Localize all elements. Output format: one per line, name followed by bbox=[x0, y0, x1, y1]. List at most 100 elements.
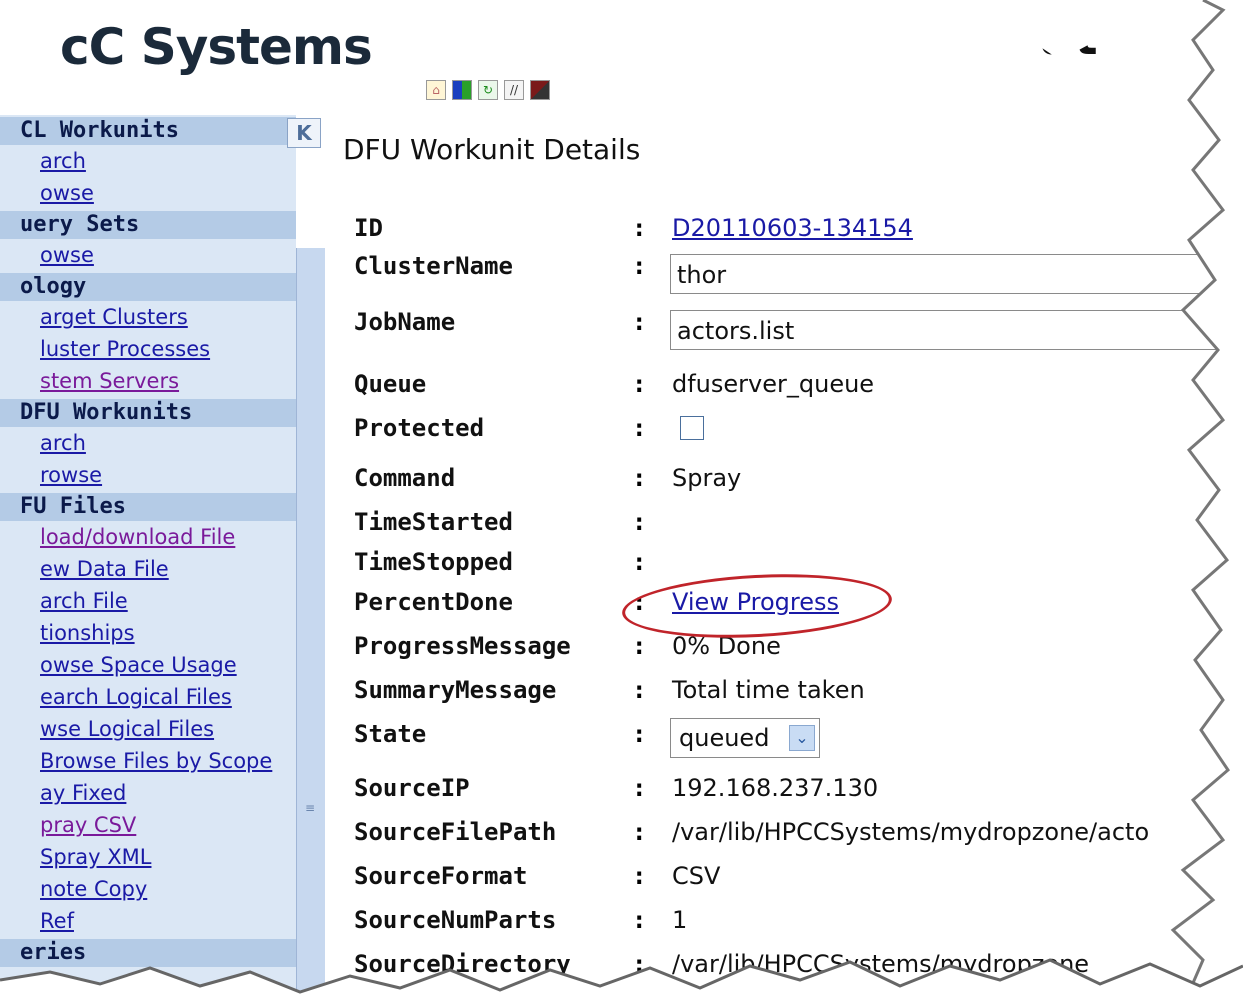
sidebar-item[interactable]: note Copy bbox=[0, 873, 296, 905]
field-colon: : bbox=[632, 632, 647, 660]
field-row-sourceformat: SourceFormat: CSV bbox=[354, 856, 1234, 900]
field-label: Protected bbox=[354, 414, 485, 442]
field-value: 192.168.237.130 bbox=[672, 774, 879, 802]
field-value: 1 bbox=[672, 906, 688, 934]
field-label: ClusterName bbox=[354, 252, 513, 280]
field-colon: : bbox=[632, 370, 647, 398]
sidebar-section-header[interactable]: eries bbox=[0, 939, 296, 967]
sidebar-item[interactable]: ay Fixed bbox=[0, 777, 296, 809]
sidebar-item[interactable]: tionships bbox=[0, 617, 296, 649]
sidebar-item[interactable]: arch bbox=[0, 427, 296, 459]
state-select[interactable]: queued ⌄ bbox=[670, 718, 820, 758]
hpcc-logo: cC Systems bbox=[60, 18, 373, 76]
field-colon: : bbox=[632, 720, 647, 748]
sidebar-section-header[interactable]: ology bbox=[0, 273, 296, 301]
jobname-input[interactable]: actors.list bbox=[670, 310, 1243, 350]
field-row-sourcefilepath: SourceFilePath: /var/lib/HPCCSystems/mydr… bbox=[354, 812, 1234, 856]
sidebar-item[interactable]: owse bbox=[0, 177, 296, 209]
screenshot-stage: cC Systems at ⌂ ↻ // CL Workunits arch ows… bbox=[0, 0, 1243, 1006]
sidebar-section-header[interactable]: DFU Workunits bbox=[0, 399, 296, 427]
field-row-sourcenumparts: SourceNumParts:1 bbox=[354, 900, 1234, 944]
field-row-jobname: JobName: actors.list bbox=[354, 308, 1243, 352]
sidebar-item[interactable]: owse bbox=[0, 239, 296, 271]
field-row-sourcedirectory: SourceDirectory: /var/lib/HPCCSystems/myd… bbox=[354, 944, 1234, 988]
field-label: SourceFilePath bbox=[354, 818, 557, 846]
sidebar-item[interactable]: rowse bbox=[0, 459, 296, 491]
field-value: /var/lib/HPCCSystems/mydropzone bbox=[672, 950, 1090, 978]
state-select-value: queued bbox=[679, 724, 770, 752]
field-value: D20110603-134154 bbox=[672, 214, 913, 242]
field-label: TimeStarted bbox=[354, 508, 513, 536]
sidebar-item[interactable]: pray CSV bbox=[0, 809, 296, 841]
sidebar-item[interactable]: arget Clusters bbox=[0, 301, 296, 333]
field-label: PercentDone bbox=[354, 588, 513, 616]
sidebar-scrollbar[interactable] bbox=[296, 248, 325, 1006]
color-grid-icon[interactable] bbox=[452, 80, 472, 100]
field-row-id: ID: D20110603-134154 bbox=[354, 208, 1234, 252]
field-label: SourceDirectory bbox=[354, 950, 571, 978]
collapse-sidebar-button[interactable]: K bbox=[287, 118, 321, 148]
sidebar-item[interactable]: stem Servers bbox=[0, 365, 296, 397]
edit-icon[interactable]: // bbox=[504, 80, 524, 100]
sidebar-section-header[interactable]: FU Files bbox=[0, 493, 296, 521]
field-colon: : bbox=[632, 676, 647, 704]
field-value: Total time taken bbox=[672, 676, 865, 704]
field-colon: : bbox=[632, 950, 647, 978]
field-row-sourceip: SourceIP:192.168.237.130 bbox=[354, 768, 1234, 812]
field-label: ProgressMessage bbox=[354, 632, 571, 660]
field-colon: : bbox=[632, 464, 647, 492]
field-label: Command bbox=[354, 464, 456, 492]
field-colon: : bbox=[632, 414, 647, 442]
page-title: DFU Workunit Details bbox=[343, 133, 641, 166]
scrollbar-grip-icon[interactable]: ≡ bbox=[305, 802, 317, 820]
field-value: /var/lib/HPCCSystems/mydropzone/acto bbox=[672, 818, 1150, 846]
sidebar-section-header[interactable]: uery Sets bbox=[0, 211, 296, 239]
sidebar-item[interactable]: wse Logical Files bbox=[0, 713, 296, 745]
field-label: TimeStopped bbox=[354, 548, 513, 576]
refresh-icon[interactable]: ↻ bbox=[478, 80, 498, 100]
field-label: SourceFormat bbox=[354, 862, 528, 890]
field-label: SummaryMessage bbox=[354, 676, 557, 704]
field-value: dfuserver_queue bbox=[672, 370, 875, 398]
sidebar-item[interactable]: arch bbox=[0, 145, 296, 177]
field-colon: : bbox=[632, 548, 647, 576]
sidebar-item[interactable]: Ref bbox=[0, 905, 296, 937]
field-colon: : bbox=[632, 308, 647, 336]
sidebar-item[interactable]: Spray XML bbox=[0, 841, 296, 873]
sidebar-item[interactable]: owse Space Usage bbox=[0, 649, 296, 681]
protected-checkbox[interactable] bbox=[680, 416, 704, 440]
sidebar-item[interactable]: earch Logical Files bbox=[0, 681, 296, 713]
field-label: ID bbox=[354, 214, 383, 242]
field-colon: : bbox=[632, 774, 647, 802]
field-colon: : bbox=[632, 818, 647, 846]
sidebar-section-header[interactable]: CL Workunits bbox=[0, 117, 296, 145]
field-label: Queue bbox=[354, 370, 427, 398]
field-row-protected: Protected: bbox=[354, 408, 1234, 452]
sidebar-item[interactable]: Browse Files by Scope bbox=[0, 745, 296, 777]
field-colon: : bbox=[632, 252, 647, 280]
field-row-command: Command: Spray bbox=[354, 458, 1234, 502]
header-title-fragment: at bbox=[1040, 8, 1098, 66]
field-label: SourceNumParts bbox=[354, 906, 557, 934]
field-row-timestarted: TimeStarted: bbox=[354, 502, 1234, 546]
field-label: SourceIP bbox=[354, 774, 470, 802]
field-colon: : bbox=[632, 214, 647, 242]
field-row-summarymessage: SummaryMessage: Total time taken bbox=[354, 670, 1234, 714]
home-icon[interactable]: ⌂ bbox=[426, 80, 446, 100]
sidebar-item[interactable]: arch File bbox=[0, 585, 296, 617]
clustername-input[interactable]: thor bbox=[670, 254, 1243, 294]
field-colon: : bbox=[632, 906, 647, 934]
sidebar-nav: CL Workunits arch owse uery Sets owse ology ar… bbox=[0, 115, 296, 1006]
field-row-clustername: ClusterName: thor bbox=[354, 252, 1243, 296]
toolbar: ⌂ ↻ // bbox=[426, 80, 550, 100]
sidebar-item[interactable]: ew Data File bbox=[0, 553, 296, 585]
field-label: JobName bbox=[354, 308, 456, 336]
field-colon: : bbox=[632, 508, 647, 536]
windows-icon[interactable] bbox=[530, 80, 550, 100]
field-row-queue: Queue: dfuserver_queue bbox=[354, 364, 1234, 408]
sidebar-item[interactable]: load/download File bbox=[0, 521, 296, 553]
sidebar-item[interactable]: luster Processes bbox=[0, 333, 296, 365]
workunit-id-link[interactable]: D20110603-134154 bbox=[672, 214, 913, 242]
chevron-down-icon[interactable]: ⌄ bbox=[789, 725, 815, 751]
field-row-state: State: queued ⌄ bbox=[354, 714, 1234, 758]
